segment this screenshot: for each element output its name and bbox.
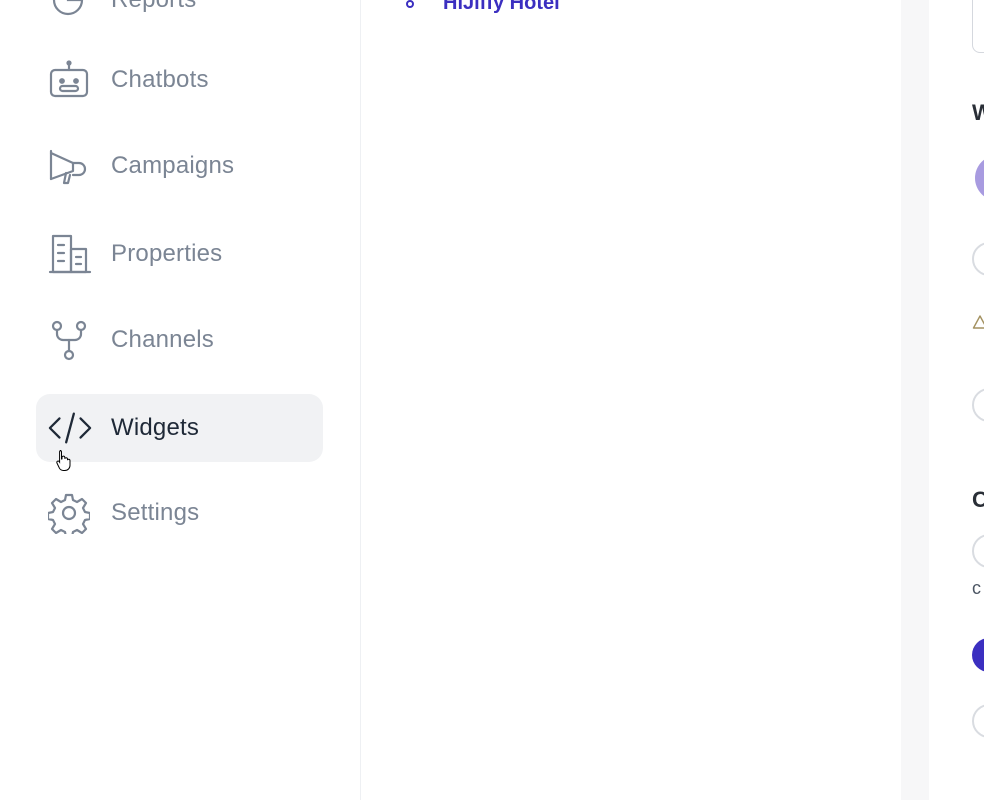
panel-divider bbox=[901, 0, 929, 800]
git-fork-icon bbox=[48, 318, 92, 362]
sidebar-item-label: Widgets bbox=[111, 414, 200, 441]
building-icon bbox=[48, 232, 92, 276]
sidebar-item-widgets[interactable]: Widgets bbox=[36, 394, 323, 462]
tree-item-hijiffy-hotel[interactable]: HiJiffy Hotel bbox=[443, 0, 560, 15]
sidebar-item-label: Channels bbox=[111, 326, 215, 353]
sidebar-item-label: Properties bbox=[111, 240, 223, 267]
reports-icon bbox=[48, 0, 92, 22]
sidebar-item-reports[interactable]: Reports bbox=[36, 0, 323, 34]
warning-icon bbox=[972, 315, 984, 329]
code-icon bbox=[48, 406, 92, 450]
sidebar: Reports Chatbots Campaigns bbox=[0, 0, 361, 800]
radio-option-selected[interactable] bbox=[972, 638, 984, 672]
sidebar-item-label: Reports bbox=[111, 0, 196, 14]
megaphone-icon bbox=[48, 144, 92, 188]
sidebar-item-campaigns[interactable]: Campaigns bbox=[36, 132, 323, 200]
sidebar-item-label: Chatbots bbox=[111, 66, 209, 93]
tree-node-dot-icon bbox=[406, 0, 414, 8]
radio-option[interactable] bbox=[972, 242, 984, 276]
property-tree-panel bbox=[361, 0, 901, 800]
sidebar-item-label: Settings bbox=[111, 499, 200, 526]
section-heading-c: C bbox=[972, 487, 984, 512]
sidebar-item-label: Campaigns bbox=[111, 152, 235, 179]
widget-settings-panel: W C c bbox=[929, 0, 984, 800]
sidebar-item-settings[interactable]: Settings bbox=[36, 479, 323, 547]
sidebar-item-channels[interactable]: Channels bbox=[36, 306, 323, 374]
option-description: c bbox=[972, 578, 981, 598]
section-heading-w: W bbox=[972, 100, 984, 125]
text-input[interactable] bbox=[972, 0, 984, 53]
robot-icon bbox=[48, 58, 92, 102]
radio-option[interactable] bbox=[972, 388, 984, 422]
sidebar-item-properties[interactable]: Properties bbox=[36, 220, 323, 288]
color-swatch[interactable] bbox=[975, 155, 984, 201]
hand-cursor-icon bbox=[56, 450, 71, 471]
sidebar-item-chatbots[interactable]: Chatbots bbox=[36, 46, 323, 114]
radio-option[interactable] bbox=[972, 704, 984, 738]
gear-icon bbox=[48, 491, 92, 535]
radio-option[interactable] bbox=[972, 534, 984, 568]
